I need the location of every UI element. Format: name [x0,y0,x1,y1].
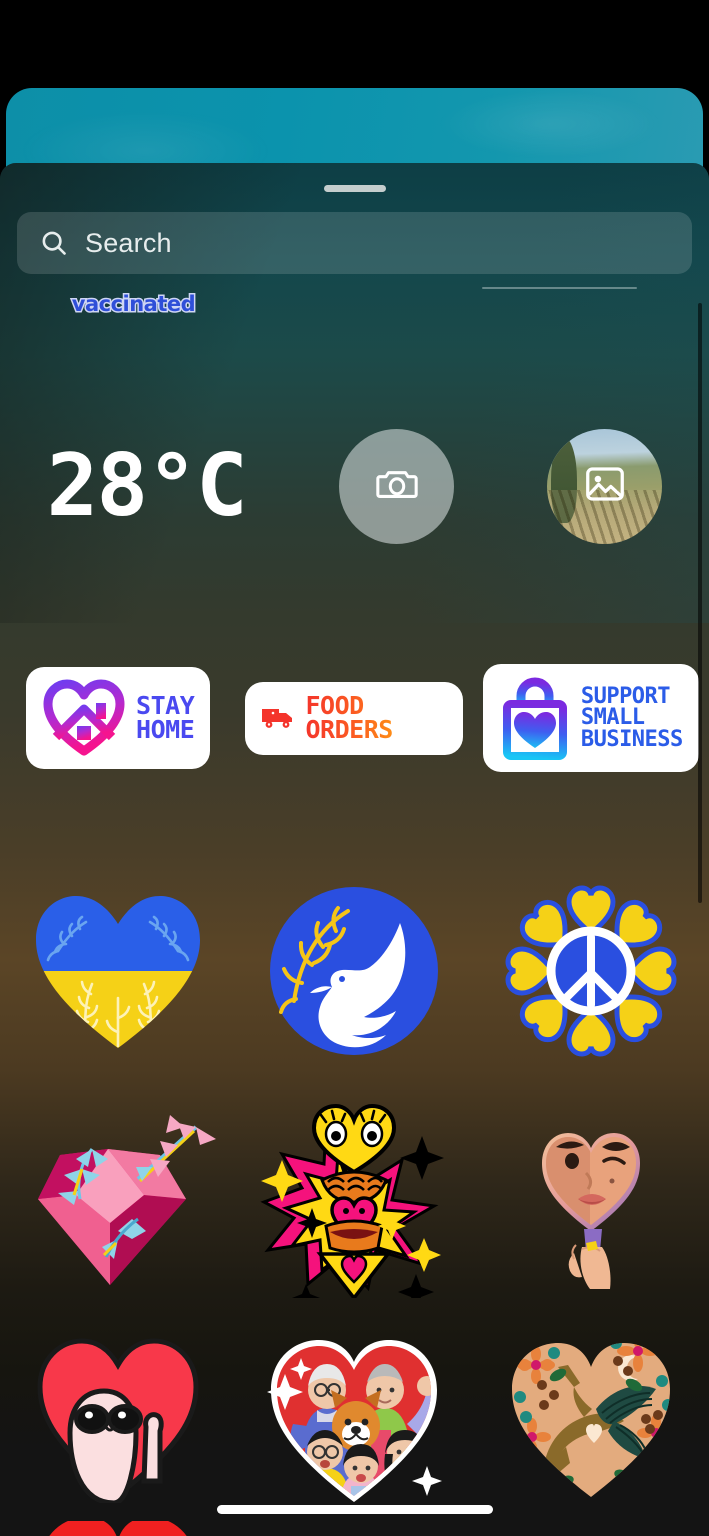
food-orders-card: FOOD ORDERS [249,685,460,751]
sticker-crystal-heart-arrow[interactable] [13,1103,223,1293]
photo-button[interactable] [547,428,663,544]
support-small-business-text: SUPPORT SMALL BUSINESS [580,683,683,752]
sticker-scroll-area[interactable]: vaccinated 28°C STAY HOME FOOD ORDERS SU… [0,287,709,1536]
sticker-waving-creature-heart[interactable] [13,1323,223,1503]
search-placeholder: Search [85,227,172,258]
sticker-row-hearts-b [0,1318,709,1508]
delivery-truck-icon [261,705,295,731]
stay-home-text: STAY HOME [136,690,195,744]
sticker-tray-sheet: Search vaccinated 28°C STAY HOME FOOD OR… [0,163,709,1536]
heart-hand-mirror-art [541,1133,640,1289]
camera-button-circle [339,428,455,544]
sticker-red-heart-bird-partial[interactable] [13,1521,223,1536]
sticker-popart-face-heart[interactable] [249,1098,459,1298]
search-icon [39,228,69,258]
temperature-sticker[interactable]: 28°C [46,436,248,536]
food-orders-text: FOOD ORDERS [305,693,447,743]
shopping-bag-heart-icon [499,676,571,760]
waving-creature-heart-art [37,1338,199,1503]
sticker-row-hearts-a [0,1098,709,1298]
crystal-heart-arrow-art [38,1115,217,1285]
search-input[interactable]: Search [17,212,692,274]
utility-row: 28°C [0,406,709,566]
vertical-scrollbar[interactable] [698,303,702,903]
camera-button[interactable] [339,428,455,544]
stay-home-card: STAY HOME [30,671,207,765]
sticker-peace-sunflower[interactable] [486,881,696,1061]
peace-sunflower-art [505,885,677,1057]
sticker-row-partial-top: vaccinated [0,287,709,332]
hummingbird-floral-heart-art [511,1343,670,1497]
sticker-ukraine-flag-heart[interactable] [13,886,223,1056]
photo-button-thumbnail [547,428,663,544]
camera-icon [374,461,420,512]
sticker-food-orders[interactable]: FOOD ORDERS [249,685,460,751]
heart-house-icon [42,679,126,757]
family-photo-heart-art [267,1340,443,1502]
temperature-value: 28°C [46,436,248,536]
support-small-business-card: SUPPORT SMALL BUSINESS [486,668,695,768]
red-heart-bird-partial-art [49,1521,187,1536]
sticker-peace-dove[interactable] [249,883,459,1059]
sticker-support-small-business[interactable]: SUPPORT SMALL BUSINESS [486,668,696,768]
home-indicator [216,1505,493,1514]
sticker-row-partial-bottom [0,1516,709,1536]
sticker-stay-home[interactable]: STAY HOME [13,671,223,765]
popart-face-heart-art [260,1103,445,1298]
divider-line [482,287,638,289]
vaccinated-label: vaccinated [70,291,197,318]
peace-dove-art [270,887,439,1055]
sticker-family-photo-heart[interactable] [249,1320,459,1506]
sticker-partial-line[interactable] [482,287,638,311]
sticker-tray-screen: Search vaccinated 28°C STAY HOME FOOD OR… [0,0,709,1536]
sticker-row-peace [0,876,709,1066]
ukraine-flag-heart-art [36,896,201,1048]
image-icon [582,461,628,512]
sheet-drag-handle[interactable] [323,185,386,192]
sticker-hummingbird-floral-heart[interactable] [486,1323,696,1503]
sticker-vaccinated[interactable]: vaccinated [70,291,197,322]
sticker-row-promo: STAY HOME FOOD ORDERS SUPPORT SMALL BUSI… [0,658,709,778]
sticker-heart-hand-mirror[interactable] [486,1103,696,1293]
